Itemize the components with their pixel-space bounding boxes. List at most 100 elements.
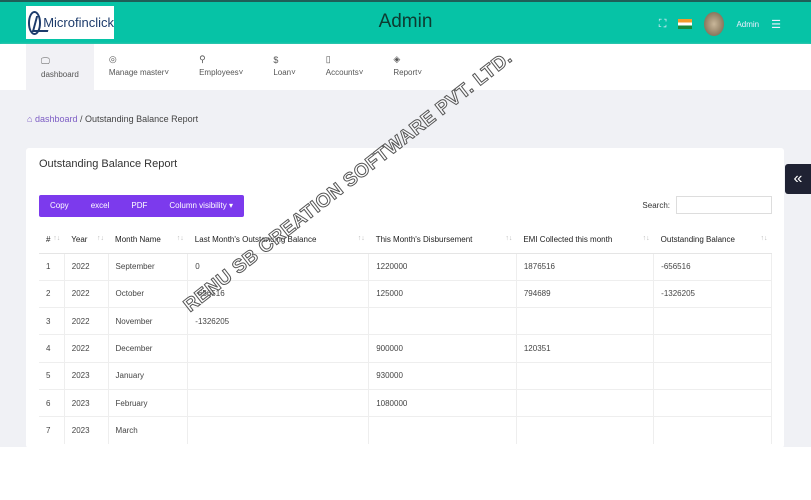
column-header[interactable]: This Month's Disbursement ↑↓: [368, 226, 517, 254]
table-cell: 2022: [64, 307, 109, 335]
table-cell: 1876516: [516, 252, 655, 281]
table-cell: 794689: [516, 279, 655, 308]
sort-icon[interactable]: ↑↓: [761, 235, 768, 242]
table-cell: 2022: [64, 334, 109, 363]
table-cell: January: [108, 361, 189, 390]
report-table: # ↑↓ Year ↑↓ Month Name ↑↓ Last Month's Outsta…: [39, 226, 772, 445]
fullscreen-icon[interactable]: ⛶: [659, 18, 667, 31]
table-row: 5 2023 January 930000: [39, 361, 772, 390]
export-buttons: Copy excel PDF Column visibility ▾: [39, 195, 244, 217]
book-icon: ▯: [325, 54, 331, 64]
nav-item-loan[interactable]: $ Loan˅: [258, 44, 310, 90]
top-bar: Microfinclick Admin ⛶ Admin ☰: [0, 0, 811, 44]
breadcrumb: ⌂ dashboard / Outstanding Balance Report: [27, 114, 199, 124]
column-header[interactable]: Year ↑↓: [64, 226, 109, 254]
table-cell: [187, 388, 370, 417]
home-icon: ⌂: [27, 114, 33, 124]
nav-item-dashboard[interactable]: 🖵 dashboard: [26, 44, 94, 90]
table-cell: 2023: [64, 388, 109, 417]
table-cell: 900000: [368, 334, 517, 363]
table-row: 4 2022 December 900000 120351: [39, 334, 772, 363]
table-cell: [653, 307, 772, 335]
nav-item-employees[interactable]: ⚲ Employees˅: [184, 44, 258, 90]
table-cell: -1326205: [187, 307, 370, 335]
table-cell: November: [108, 307, 189, 335]
table-cell: 2023: [64, 361, 109, 390]
table-cell: 3: [39, 307, 65, 335]
table-row: 2 2022 October -656516 125000 794689 -1326205: [39, 279, 772, 308]
table-row: 6 2023 February 1080000: [39, 388, 772, 417]
table-cell: [516, 361, 655, 390]
table-row: 1 2022 September 0 1220000 1876516 -656516: [39, 252, 772, 281]
monitor-icon: 🖵: [41, 55, 50, 66]
table-cell: [516, 416, 655, 445]
card-title: Outstanding Balance Report: [39, 158, 178, 170]
table-cell: 5: [39, 361, 65, 390]
sort-icon[interactable]: ↑↓: [358, 235, 365, 242]
export-button-3[interactable]: Column visibility ▾: [158, 195, 244, 217]
table-cell: December: [108, 334, 189, 363]
double-chevron-left-icon: «: [793, 170, 803, 187]
export-button-2[interactable]: PDF: [120, 195, 158, 217]
table-cell: [187, 361, 370, 390]
column-header[interactable]: Outstanding Balance ↑↓: [653, 226, 772, 254]
avatar[interactable]: [704, 12, 725, 36]
search-input[interactable]: [676, 196, 772, 214]
sort-icon[interactable]: ↑↓: [643, 235, 650, 242]
table-cell: [653, 334, 772, 363]
sort-icon[interactable]: ↑↓: [505, 235, 512, 242]
nav-item-manage-master[interactable]: ◎ Manage master˅: [94, 44, 184, 90]
table-cell: [368, 307, 517, 335]
export-button-1[interactable]: excel: [80, 195, 121, 217]
table-cell: -656516: [187, 279, 370, 308]
user-icon: ⚲: [199, 54, 206, 64]
column-header[interactable]: Month Name ↑↓: [108, 226, 188, 254]
table-cell: [368, 416, 517, 445]
breadcrumb-dashboard[interactable]: dashboard: [35, 114, 78, 124]
table-cell: -656516: [653, 252, 772, 281]
table-cell: March: [108, 416, 189, 445]
table-row: 7 2023 March: [39, 416, 772, 445]
table-row: 3 2022 November -1326205: [39, 307, 772, 335]
collapse-sidebar-button[interactable]: «: [785, 164, 811, 194]
sort-icon[interactable]: ↑↓: [177, 235, 184, 242]
table-cell: [516, 307, 655, 335]
table-cell: [653, 361, 772, 390]
column-header[interactable]: EMI Collected this month ↑↓: [516, 226, 654, 254]
layers-icon: ◈: [393, 54, 401, 64]
table-cell: [187, 416, 370, 445]
table-cell: 6: [39, 388, 65, 417]
globe-icon: ◎: [108, 54, 117, 64]
column-header[interactable]: Last Month's Outstanding Balance ↑↓: [187, 226, 369, 254]
table-cell: 0: [187, 252, 370, 281]
table-cell: [516, 388, 655, 417]
sort-icon[interactable]: ↑↓: [53, 235, 60, 242]
table-cell: September: [108, 252, 189, 281]
table-cell: 1220000: [368, 252, 517, 281]
table-cell: 125000: [368, 279, 517, 308]
nav-item-report[interactable]: ◈ Report˅: [378, 44, 437, 90]
table-cell: October: [108, 279, 189, 308]
dollar-icon: $: [273, 54, 279, 65]
table-cell: [187, 334, 370, 363]
table-cell: 120351: [516, 334, 655, 363]
sort-icon[interactable]: ↑↓: [97, 235, 104, 242]
table-cell: 4: [39, 334, 65, 363]
table-cell: 930000: [368, 361, 517, 390]
flag-india-icon[interactable]: [678, 19, 693, 29]
table-cell: 2022: [64, 252, 109, 281]
export-button-0[interactable]: Copy: [39, 195, 80, 217]
table-cell: 7: [39, 416, 65, 445]
table-cell: [653, 388, 772, 417]
main-nav: 🖵 dashboard ◎ Manage master˅ ⚲ Employees˅ $ Loa…: [0, 44, 811, 90]
table-cell: 2023: [64, 416, 109, 445]
menu-icon[interactable]: ☰: [771, 18, 781, 31]
table-cell: February: [108, 388, 189, 417]
table-cell: 2: [39, 279, 65, 308]
table-cell: 1: [39, 252, 65, 281]
table-cell: [653, 416, 772, 445]
user-name[interactable]: Admin: [736, 20, 759, 29]
nav-item-accounts[interactable]: ▯ Accounts˅: [311, 44, 379, 90]
column-header[interactable]: # ↑↓: [39, 226, 65, 254]
table-cell: 2022: [64, 279, 109, 308]
